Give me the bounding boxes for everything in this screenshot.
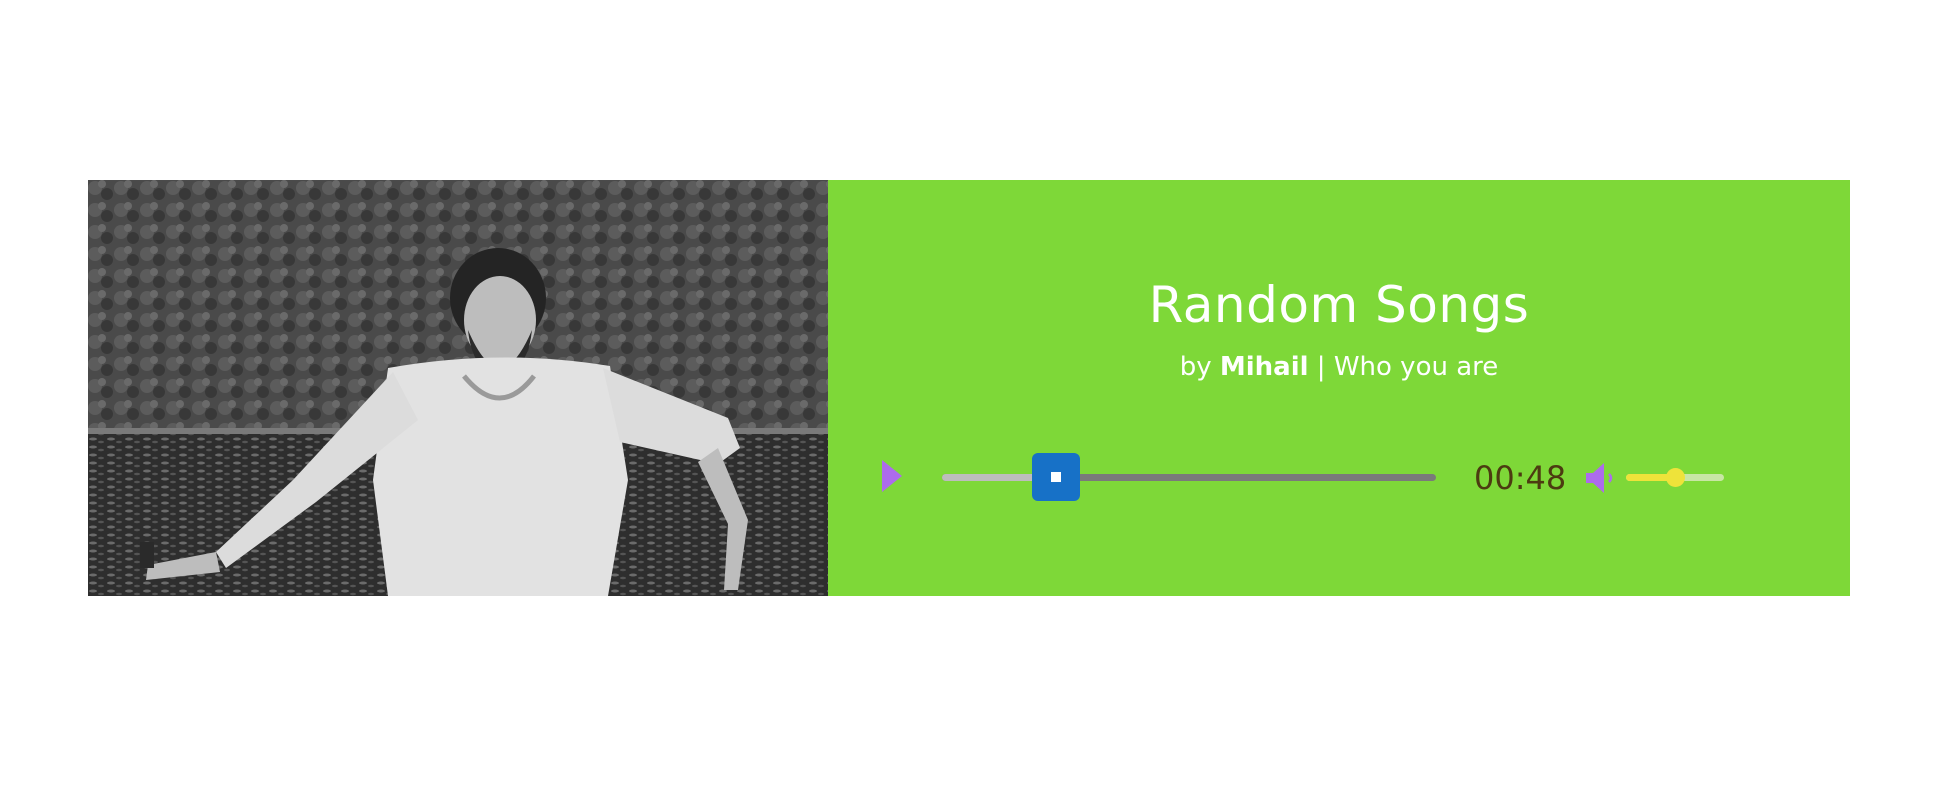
subtitle-prefix: by (1179, 352, 1212, 382)
song-name: Who you are (1333, 352, 1499, 382)
music-player: Random Songs by Mihail | Who you are 00:… (88, 180, 1850, 596)
cover-photo (88, 180, 828, 596)
subtitle-separator: | (1316, 352, 1326, 382)
artist-name: Mihail (1219, 352, 1309, 382)
current-time: 00:48 (1474, 459, 1567, 497)
album-cover-image (88, 180, 828, 596)
progress-bar[interactable] (942, 453, 1436, 501)
progress-thumb[interactable] (1031, 453, 1080, 501)
volume-slider[interactable] (1626, 468, 1724, 487)
volume-thumb[interactable] (1666, 468, 1685, 487)
song-collection-title: Random Songs (1148, 276, 1530, 334)
playback-controls: 00:48 (828, 450, 1850, 510)
player-panel: Random Songs by Mihail | Who you are 00:… (828, 180, 1850, 596)
song-subtitle: by Mihail | Who you are (828, 352, 1850, 382)
speaker-icon[interactable] (1584, 460, 1618, 496)
stop-icon (1050, 472, 1061, 482)
play-icon[interactable] (882, 460, 902, 492)
